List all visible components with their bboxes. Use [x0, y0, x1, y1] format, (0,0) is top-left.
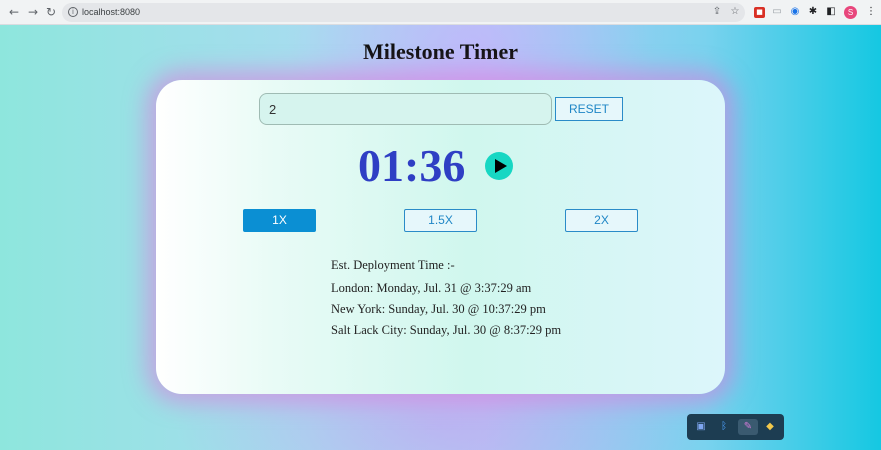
page-background: Milestone Timer RESET 01:36 1X 1.5X 2X E…: [0, 25, 881, 450]
security-icon[interactable]: ◆: [762, 419, 778, 435]
address-bar[interactable]: i localhost:8080 ⇪ ☆: [62, 3, 745, 22]
speed-1x-button[interactable]: 1X: [243, 209, 316, 232]
extension-doc-icon[interactable]: ▭: [770, 5, 784, 19]
estimate-london: London: Monday, Jul. 31 @ 3:37:29 am: [331, 281, 532, 295]
extension-record-icon[interactable]: ◉: [788, 5, 802, 19]
pen-icon[interactable]: ✎: [738, 419, 758, 435]
reset-button[interactable]: RESET: [555, 97, 623, 121]
page-title: Milestone Timer: [363, 39, 518, 64]
speed-1-5x-button[interactable]: 1.5X: [404, 209, 477, 232]
url-text[interactable]: localhost:8080: [82, 6, 140, 19]
avatar[interactable]: S: [844, 6, 857, 19]
puzzle-icon[interactable]: ✱: [806, 5, 820, 19]
deployment-estimate: Est. Deployment Time :- London: Monday, …: [331, 256, 591, 342]
browser-toolbar: ← → ↻ i localhost:8080 ⇪ ☆ ■ ▭ ◉ ✱ ◧ S ⋮: [0, 0, 881, 25]
star-icon[interactable]: ☆: [728, 5, 742, 19]
timer-card: RESET 01:36 1X 1.5X 2X Est. Deployment T…: [156, 80, 725, 394]
estimate-salt-lake-city: Salt Lack City: Sunday, Jul. 30 @ 8:37:2…: [331, 323, 562, 337]
play-button[interactable]: [485, 152, 513, 180]
forward-arrow-icon[interactable]: →: [25, 4, 41, 20]
estimate-heading: Est. Deployment Time :-: [331, 258, 455, 272]
extension-red-icon[interactable]: ■: [754, 7, 765, 18]
bluetooth-icon[interactable]: ᛒ: [716, 419, 732, 435]
milestone-input[interactable]: [259, 93, 552, 125]
back-arrow-icon[interactable]: ←: [6, 4, 22, 20]
floating-tray: ▣ ᛒ ✎ ◆: [687, 414, 784, 440]
reload-icon[interactable]: ↻: [43, 4, 59, 20]
info-icon[interactable]: i: [68, 7, 78, 17]
kebab-menu-icon[interactable]: ⋮: [864, 5, 878, 19]
teams-icon[interactable]: ▣: [693, 419, 709, 435]
share-icon[interactable]: ⇪: [710, 5, 724, 19]
speed-2x-button[interactable]: 2X: [565, 209, 638, 232]
side-panel-icon[interactable]: ◧: [824, 5, 838, 19]
play-icon: [495, 159, 507, 173]
timer-display: 01:36: [358, 140, 466, 191]
estimate-new-york: New York: Sunday, Jul. 30 @ 10:37:29 pm: [331, 302, 546, 316]
